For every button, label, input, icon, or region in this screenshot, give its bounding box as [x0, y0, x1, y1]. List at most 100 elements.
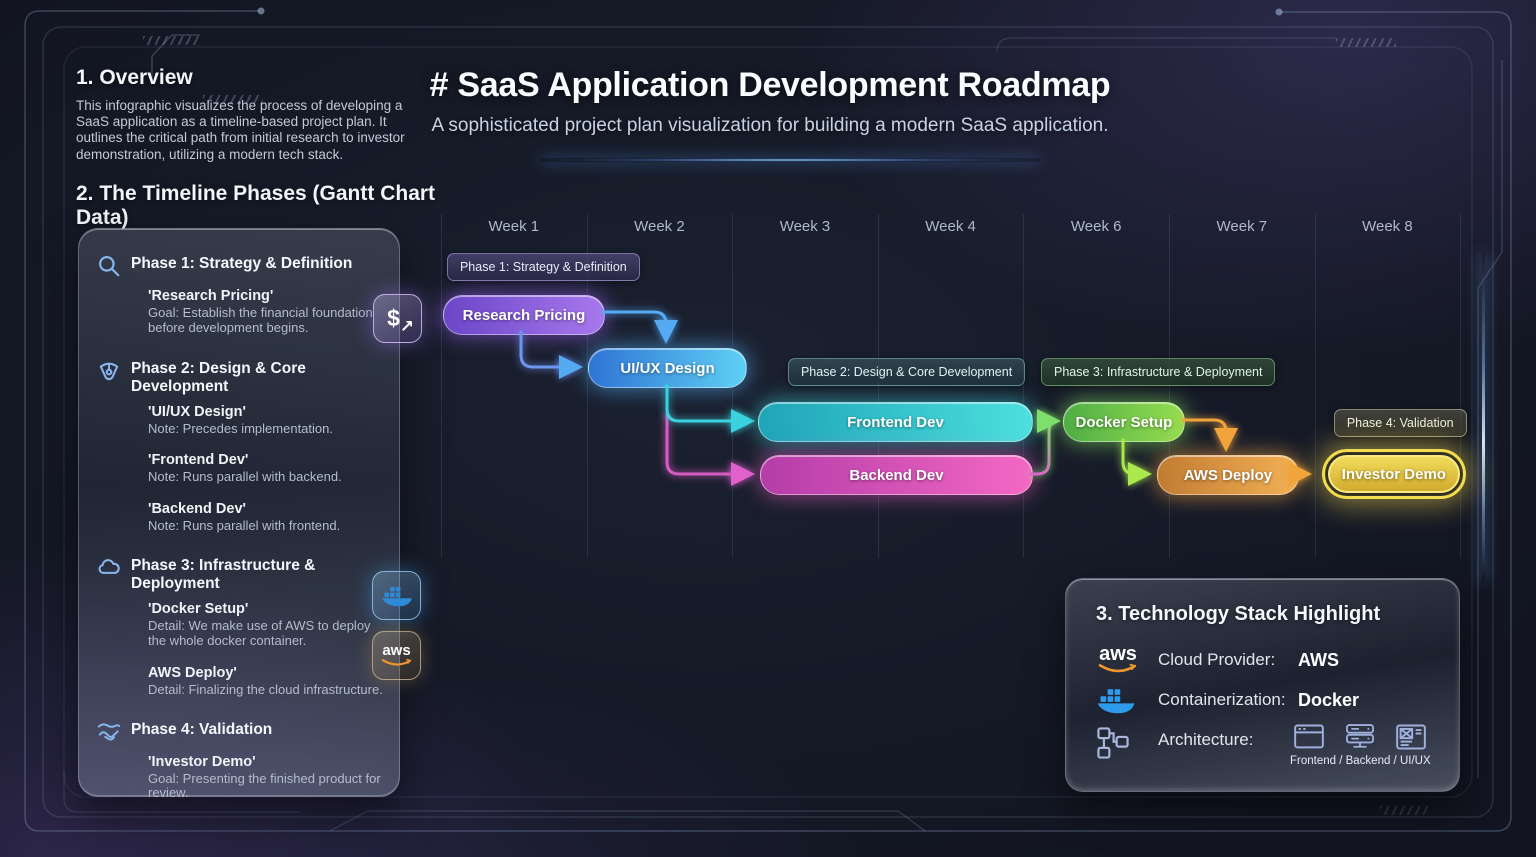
task-name: 'UI/UX Design'	[148, 404, 383, 420]
tech-label: Cloud Provider:	[1158, 650, 1298, 670]
frontend-dev-bar: Frontend Dev	[758, 402, 1033, 442]
tech-row-container: Containerization: Docker	[1096, 680, 1437, 720]
hazard-stripes	[143, 36, 199, 45]
task-investor-demo: 'Investor Demo' Goal: Presenting the fin…	[148, 754, 383, 802]
tech-label: Containerization:	[1158, 690, 1298, 710]
timeline-section-heading: 2. The Timeline Phases (Gantt Chart Data…	[76, 182, 436, 230]
task-note: Note: Runs parallel with backend.	[148, 470, 383, 485]
week-label: Week 3	[732, 218, 878, 236]
docker-icon	[372, 571, 421, 620]
task-note: Goal: Presenting the finished product fo…	[148, 772, 383, 802]
aws-wordmark: aws	[1099, 645, 1137, 663]
week-gridline	[1315, 214, 1316, 558]
aws-smile-icon	[1096, 663, 1140, 675]
backend-dev-bar: Backend Dev	[760, 455, 1033, 495]
phases-panel: Phase 1: Strategy & Definition 'Research…	[78, 228, 400, 797]
header-glow-line	[540, 158, 1040, 162]
week-label: Week 8	[1315, 218, 1461, 236]
task-note: Detail: We make use of AWS to deploy the…	[148, 619, 383, 649]
phase-1-row: Phase 1: Strategy & Definition	[96, 255, 383, 279]
architecture-icon	[1096, 726, 1130, 760]
docker-setup-bar: Docker Setup	[1063, 402, 1185, 442]
task-name: AWS Deploy'	[148, 665, 383, 681]
dollar-transfer-icon: $ ↗	[373, 294, 422, 343]
aws-wordmark: aws	[382, 643, 410, 658]
week-label: Week 1	[441, 218, 587, 236]
aws-logo: aws	[1096, 645, 1140, 675]
week-label: Week 2	[587, 218, 733, 236]
phase-badge-phase-4-validation: Phase 4: Validation	[1334, 409, 1467, 437]
dollar-glyph: $	[387, 305, 400, 332]
task-note: Goal: Establish the financial foundation…	[148, 306, 383, 336]
overview-body: This infographic visualizes the process …	[76, 98, 416, 163]
tech-value: AWS	[1298, 650, 1339, 671]
header: # SaaS Application Development Roadmap A…	[420, 66, 1120, 137]
backend-server-icon	[1345, 724, 1375, 750]
task-aws-deploy: AWS Deploy' Detail: Finalizing the cloud…	[148, 665, 383, 698]
task-note: Note: Runs parallel with frontend.	[148, 519, 383, 534]
aws-icon: aws	[372, 631, 421, 680]
pen-tool-icon	[96, 358, 122, 384]
tech-row-architecture: Architecture:	[1096, 724, 1437, 767]
phase-3-row: Phase 3: Infrastructure & Deployment	[96, 557, 383, 593]
week-gridline	[878, 214, 879, 558]
ui-ux-design-bar: UI/UX Design	[588, 348, 747, 388]
task-name: 'Frontend Dev'	[148, 452, 383, 468]
phase-badge-phase-1-strategy-definition: Phase 1: Strategy & Definition	[447, 253, 640, 281]
week-gridline	[1023, 214, 1024, 558]
investor-demo-milestone: Investor Demo	[1322, 449, 1466, 499]
aws-deploy-bar: AWS Deploy	[1157, 455, 1299, 495]
arrow-up-right-glyph: ↗	[400, 317, 414, 337]
tech-label: Architecture:	[1158, 724, 1298, 750]
overview-section: 1. Overview This infographic visualizes …	[76, 66, 416, 163]
phase-4-row: Phase 4: Validation	[96, 721, 383, 745]
frontend-browser-icon	[1294, 724, 1324, 750]
week-gridline	[1169, 214, 1170, 558]
page-title: # SaaS Application Development Roadmap	[420, 66, 1120, 105]
phase-3-title: Phase 3: Infrastructure & Deployment	[131, 557, 383, 593]
uiux-wireframe-icon	[1396, 724, 1426, 750]
phase-badge-phase-2-design-core-development: Phase 2: Design & Core Development	[788, 358, 1025, 386]
phase-badge-phase-3-infrastructure-deployment: Phase 3: Infrastructure & Deployment	[1041, 358, 1275, 386]
task-name: 'Backend Dev'	[148, 501, 383, 517]
task-research-pricing: 'Research Pricing' Goal: Establish the f…	[148, 288, 383, 336]
research-pricing-bar: Research Pricing	[443, 295, 605, 335]
week-label: Week 4	[878, 218, 1024, 236]
phase-2-row: Phase 2: Design & Core Development	[96, 360, 383, 396]
task-backend-dev: 'Backend Dev' Note: Runs parallel with f…	[148, 501, 383, 534]
aws-smile-icon	[381, 658, 413, 668]
handshake-icon	[96, 719, 122, 745]
hazard-stripes	[1336, 38, 1396, 47]
docker-logo	[1096, 685, 1136, 716]
week-label: Week 7	[1169, 218, 1315, 236]
phase-2-title: Phase 2: Design & Core Development	[131, 360, 383, 396]
timeline-section-heading-wrap: 2. The Timeline Phases (Gantt Chart Data…	[76, 182, 436, 230]
investor-demo-bar: Investor Demo	[1328, 455, 1460, 493]
tech-stack-panel: 3. Technology Stack Highlight aws Cloud …	[1065, 578, 1460, 792]
tech-stack-heading: 3. Technology Stack Highlight	[1096, 603, 1437, 626]
infographic-canvas: # SaaS Application Development Roadmap A…	[0, 0, 1536, 857]
architecture-caption: Frontend / Backend / UI/UX	[1290, 755, 1431, 767]
week-gridline	[441, 214, 442, 558]
phase-1-title: Phase 1: Strategy & Definition	[131, 255, 352, 273]
page-subtitle: A sophisticated project plan visualizati…	[420, 115, 1120, 137]
architecture-icons: Frontend / Backend / UI/UX	[1290, 724, 1431, 767]
week-label: Week 6	[1023, 218, 1169, 236]
tech-value: Docker	[1298, 690, 1359, 711]
week-gridline	[1460, 214, 1461, 558]
docker-whale-icon	[381, 583, 413, 609]
hazard-stripes	[1380, 806, 1430, 815]
task-uiux-design: 'UI/UX Design' Note: Precedes implementa…	[148, 404, 383, 437]
magnifier-icon	[96, 253, 122, 279]
task-name: 'Docker Setup'	[148, 601, 383, 617]
cloud-icon	[96, 555, 122, 581]
overview-heading: 1. Overview	[76, 66, 416, 90]
task-docker-setup: 'Docker Setup' Detail: We make use of AW…	[148, 601, 383, 649]
task-note: Detail: Finalizing the cloud infrastruct…	[148, 683, 383, 698]
task-frontend-dev: 'Frontend Dev' Note: Runs parallel with …	[148, 452, 383, 485]
task-name: 'Research Pricing'	[148, 288, 383, 304]
tech-row-cloud: aws Cloud Provider: AWS	[1096, 640, 1437, 680]
task-note: Note: Precedes implementation.	[148, 422, 383, 437]
right-glow-line	[1482, 252, 1485, 582]
phase-4-title: Phase 4: Validation	[131, 721, 272, 739]
